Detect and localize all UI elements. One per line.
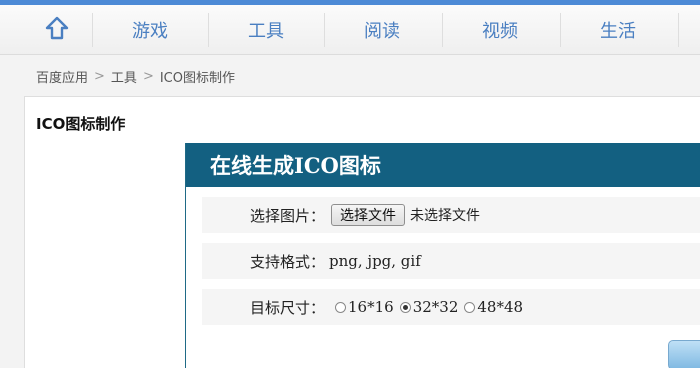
radio-button[interactable] bbox=[464, 301, 476, 313]
nav-item-life[interactable]: 生活 bbox=[560, 5, 676, 55]
format-row: 支持格式： png, jpg, gif bbox=[202, 243, 700, 279]
nav-item-video[interactable]: 视频 bbox=[442, 5, 558, 55]
size-option-32[interactable]: 32*32 bbox=[399, 298, 459, 316]
size-option-label: 16*16 bbox=[348, 298, 394, 316]
format-label: 支持格式： bbox=[250, 252, 326, 271]
size-row: 目标尺寸： 16*16 32*32 48*48 bbox=[202, 289, 700, 325]
choose-file-button[interactable]: 选择文件 bbox=[331, 204, 406, 226]
breadcrumb-current: ICO图标制作 bbox=[159, 70, 235, 86]
size-option-16[interactable]: 16*16 bbox=[335, 298, 394, 316]
size-option-label: 32*32 bbox=[412, 298, 459, 316]
nav-divider bbox=[678, 13, 679, 47]
file-select-row: 选择图片： 选择文件 未选择文件 bbox=[202, 197, 700, 233]
size-option-48[interactable]: 48*48 bbox=[464, 298, 523, 316]
radio-button[interactable] bbox=[399, 301, 411, 313]
top-nav: 游戏 工具 阅读 视频 生活 bbox=[0, 5, 700, 55]
breadcrumb-separator: > bbox=[94, 68, 105, 84]
nav-item-games[interactable]: 游戏 bbox=[92, 5, 208, 55]
format-list: png, jpg, gif bbox=[329, 252, 421, 270]
page-title: ICO图标制作 bbox=[36, 115, 126, 133]
file-label: 选择图片： bbox=[250, 206, 326, 225]
breadcrumb-tools[interactable]: 工具 bbox=[111, 67, 137, 86]
nav-home[interactable] bbox=[22, 5, 92, 55]
breadcrumb-baidu-apps[interactable]: 百度应用 bbox=[36, 67, 88, 86]
generate-button[interactable] bbox=[668, 340, 700, 368]
size-label: 目标尺寸： bbox=[250, 298, 326, 317]
size-option-label: 48*48 bbox=[477, 298, 524, 316]
file-status: 未选择文件 bbox=[410, 208, 481, 224]
nav-item-tools[interactable]: 工具 bbox=[208, 5, 324, 55]
breadcrumb-separator: > bbox=[142, 68, 154, 84]
ico-converter-card: 在线生成ICO图标 选择图片： 选择文件 未选择文件 支持格式： png, jp… bbox=[185, 143, 700, 368]
converter-title: 在线生成ICO图标 bbox=[186, 143, 700, 187]
content-panel: ICO图标制作 在线生成ICO图标 选择图片： 选择文件 未选择文件 支持格式：… bbox=[24, 96, 700, 368]
breadcrumb: 百度应用 > 工具 > ICO图标制作 bbox=[36, 66, 235, 86]
radio-button[interactable] bbox=[335, 301, 347, 313]
home-icon bbox=[44, 15, 70, 45]
size-radio-group: 16*16 32*32 48*48 bbox=[335, 298, 529, 316]
nav-item-reading[interactable]: 阅读 bbox=[324, 5, 440, 55]
